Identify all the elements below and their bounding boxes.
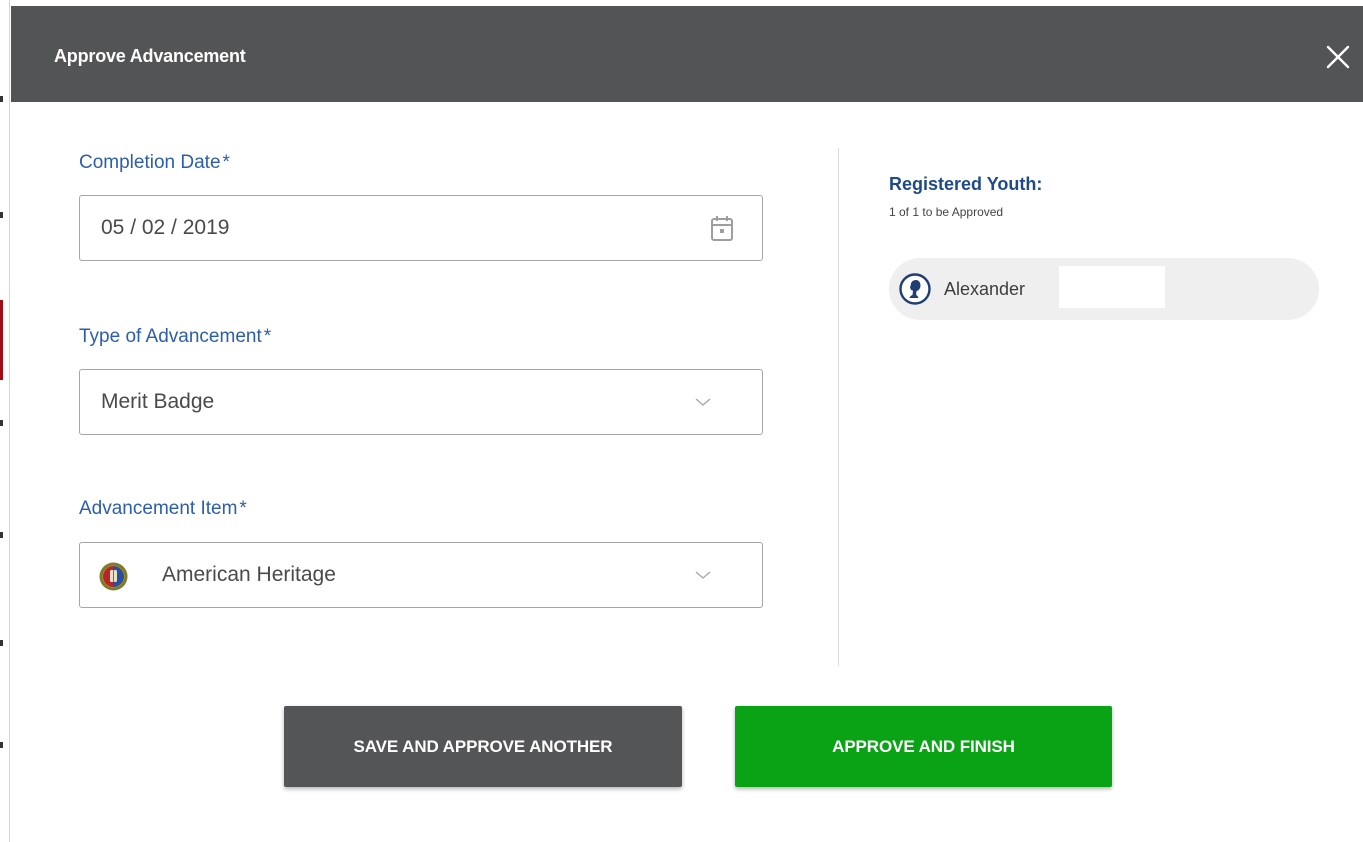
- chevron-down-icon: [694, 568, 712, 586]
- required-mark: *: [222, 152, 230, 173]
- edge-tick: [0, 742, 3, 748]
- scout-avatar-icon: [899, 273, 931, 305]
- save-and-approve-another-button[interactable]: SAVE AND APPROVE ANOTHER: [284, 706, 682, 787]
- advancement-type-value: Merit Badge: [101, 390, 215, 413]
- approve-and-finish-label: APPROVE AND FINISH: [832, 736, 1015, 756]
- advancement-item-label: Advancement Item *: [79, 498, 247, 519]
- edge-tick: [0, 420, 3, 426]
- advancement-type-label: Type of Advancement *: [79, 326, 272, 347]
- advancement-item-select[interactable]: American Heritage: [79, 542, 763, 608]
- completion-date-label: Completion Date *: [79, 152, 230, 173]
- save-and-approve-another-label: SAVE AND APPROVE ANOTHER: [353, 736, 613, 756]
- modal-title: Approve Advancement: [54, 46, 246, 66]
- advancement-item-value: American Heritage: [162, 563, 336, 586]
- registered-youth-heading: Registered Youth:: [889, 174, 1043, 194]
- approve-and-finish-button[interactable]: APPROVE AND FINISH: [735, 706, 1112, 787]
- edge-tick: [0, 640, 3, 646]
- edge-tick: [0, 212, 3, 218]
- redacted-surname: [1059, 266, 1165, 308]
- modal-header: Approve Advancement: [11, 6, 1363, 102]
- edge-accent: [0, 300, 3, 380]
- close-icon: [1326, 45, 1350, 69]
- required-mark: *: [263, 326, 272, 347]
- edge-tick: [0, 532, 3, 538]
- merit-badge-icon: [99, 562, 128, 591]
- approve-advancement-modal: Approve Advancement Completion Date * 05 …: [11, 6, 1363, 842]
- page: Approve Advancement Completion Date * 05 …: [0, 0, 1363, 842]
- edge-tick: [0, 96, 3, 102]
- column-divider: [838, 148, 839, 666]
- calendar-icon[interactable]: [710, 214, 734, 247]
- youth-chip[interactable]: Alexander: [889, 258, 1319, 320]
- youth-name: Alexander: [944, 279, 1026, 299]
- approval-count-text: 1 of 1 to be Approved: [889, 205, 1004, 219]
- advancement-type-select[interactable]: Merit Badge: [79, 369, 763, 435]
- completion-date-value: 05 / 02 / 2019: [101, 216, 230, 239]
- background-page-edge: [0, 0, 10, 842]
- chevron-down-icon: [694, 395, 712, 413]
- required-mark: *: [239, 498, 247, 519]
- completion-date-input[interactable]: 05 / 02 / 2019: [79, 195, 763, 261]
- close-button[interactable]: [1323, 42, 1353, 72]
